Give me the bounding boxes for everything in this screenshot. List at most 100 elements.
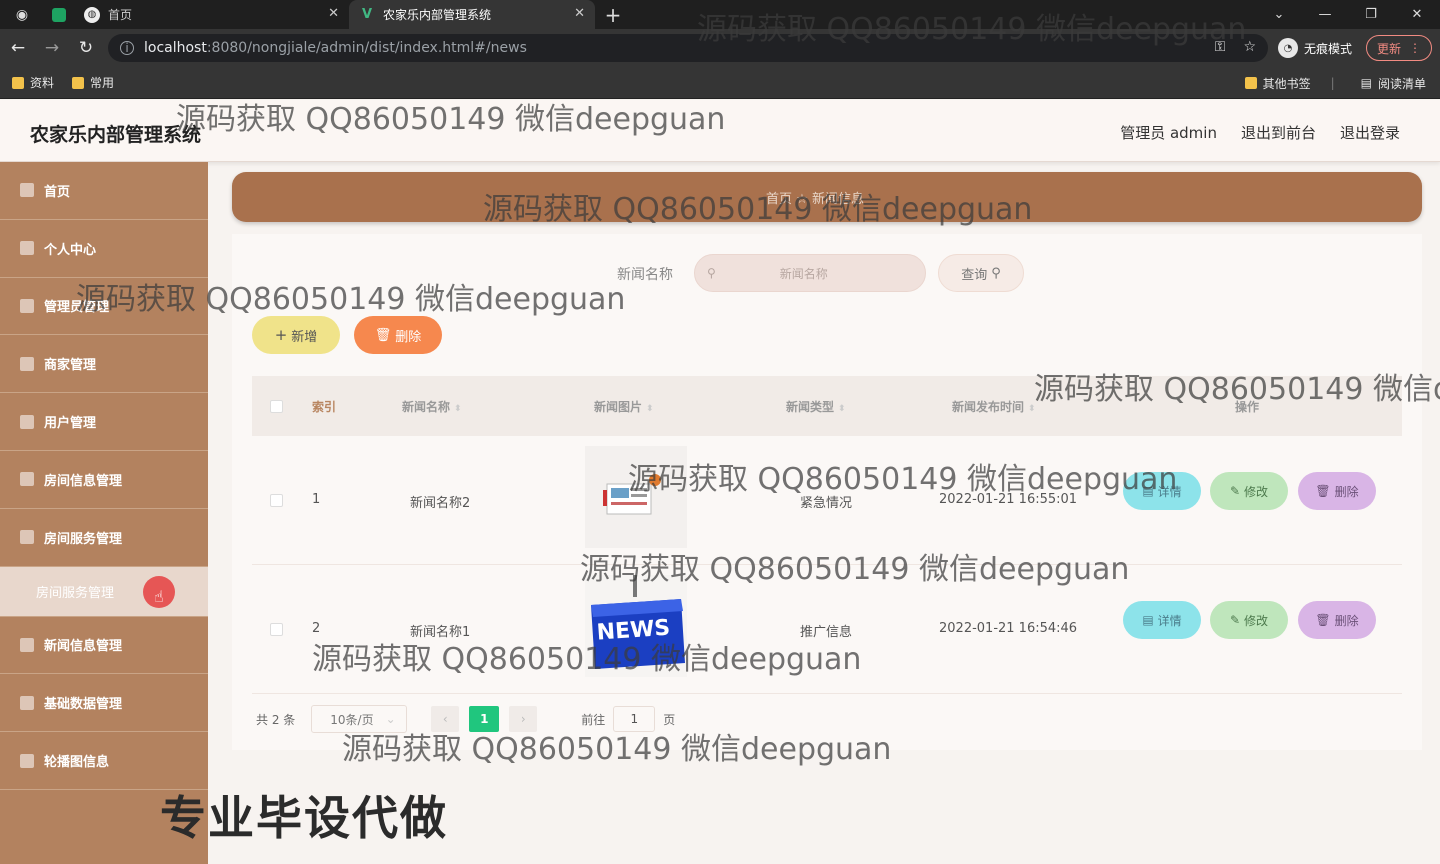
divider: |	[1330, 76, 1335, 90]
pagination: 共 2 条 10条/页 ⌄ ‹ 1 › 前往 1 页	[256, 704, 675, 734]
close-icon[interactable]: ✕	[574, 6, 585, 21]
forward-icon[interactable]: →	[36, 32, 68, 64]
tab-label: 农家乐内部管理系统	[383, 8, 492, 22]
header-name-label: 新闻名称	[402, 400, 451, 414]
header-time[interactable]: 新闻发布时间 ⬍	[952, 398, 1036, 415]
batch-delete-button[interactable]: 🗑 删除	[354, 316, 442, 354]
minimize-icon[interactable]: —	[1302, 0, 1348, 29]
prev-page-button[interactable]: ‹	[431, 706, 460, 732]
trash-icon: 🗑	[1315, 484, 1331, 498]
close-icon[interactable]: ✕	[328, 6, 339, 21]
add-button[interactable]: + 新增	[252, 316, 340, 354]
goto-page: 前往 1 页	[581, 706, 675, 732]
sidebar-item-label: 轮播图信息	[44, 755, 110, 771]
bookmark-folder[interactable]: 资料	[12, 74, 54, 91]
bookmark-label: 资料	[30, 76, 55, 90]
plus-icon: +	[274, 326, 288, 344]
sidebar-item-merchants[interactable]: 商家管理	[0, 335, 208, 394]
tab-search-icon[interactable]: ◉	[0, 0, 44, 29]
sidebar-item-label: 用户管理	[44, 416, 97, 432]
user-icon	[20, 414, 34, 429]
new-tab-button[interactable]: +	[595, 0, 631, 29]
header-name[interactable]: 新闻名称 ⬍	[402, 398, 462, 415]
page-unit-label: 页	[663, 712, 676, 727]
sidebar-item-users[interactable]: 用户管理	[0, 393, 208, 451]
page-number[interactable]: 1	[469, 706, 500, 732]
query-label: 查询	[961, 267, 988, 283]
sidebar-item-label: 房间服务管理	[36, 585, 115, 601]
search-label: 新闻名称	[617, 267, 673, 283]
page-size-select[interactable]: 10条/页 ⌄	[311, 705, 408, 733]
sidebar-item-home[interactable]: 首页	[0, 162, 208, 220]
header-index: 索引	[312, 400, 337, 414]
detail-button[interactable]: ▤ 详情	[1123, 601, 1201, 639]
breadcrumb-current: 新闻信息	[811, 192, 864, 207]
search-icon: ⚲	[707, 266, 716, 280]
row-checkbox[interactable]	[270, 623, 283, 636]
newspaper-illustration-icon	[603, 474, 661, 515]
other-bookmarks[interactable]: 其他书签	[1244, 75, 1311, 92]
sidebar-item-admins[interactable]: 管理员管理	[0, 278, 208, 336]
update-button[interactable]: 更新 ⋮	[1366, 35, 1433, 61]
browser-tab-active[interactable]: V 农家乐内部管理系统 ✕	[349, 0, 595, 29]
bookmark-folder[interactable]: 常用	[72, 74, 114, 91]
sidebar-item-label: 个人中心	[44, 242, 97, 258]
edit-button[interactable]: ✎ 修改	[1210, 601, 1288, 639]
more-vert-icon: ⋮	[1409, 41, 1422, 55]
header-image[interactable]: 新闻图片 ⬍	[594, 398, 654, 415]
sidebar-item-room-services[interactable]: 房间服务管理	[0, 509, 208, 567]
detail-button[interactable]: ▤ 详情	[1123, 472, 1201, 510]
edit-button[interactable]: ✎ 修改	[1210, 472, 1288, 510]
select-all-checkbox[interactable]	[270, 400, 283, 413]
close-window-icon[interactable]: ✕	[1394, 0, 1440, 29]
reading-list[interactable]: ▤ 阅读清单	[1361, 75, 1426, 92]
tab-pinned-icon[interactable]	[44, 0, 74, 29]
reload-icon[interactable]: ↻	[70, 32, 102, 64]
sidebar-item-basic-data[interactable]: 基础数据管理	[0, 674, 208, 733]
sidebar-item-label: 房间信息管理	[44, 473, 123, 489]
logout-link[interactable]: 退出登录	[1340, 122, 1400, 143]
key-icon[interactable]: ⚿	[1215, 39, 1226, 55]
user-icon	[20, 298, 34, 313]
sidebar-item-label: 首页	[44, 184, 71, 200]
service-icon	[20, 530, 34, 545]
news-image-thumbnail[interactable]	[585, 446, 687, 548]
goto-page-input[interactable]: 1	[613, 706, 656, 732]
query-button[interactable]: 查询 ⚲	[938, 254, 1024, 292]
row-type: 推广信息	[800, 625, 853, 640]
sidebar-item-rooms[interactable]: 房间信息管理	[0, 451, 208, 509]
delete-label: 删除	[1334, 484, 1359, 499]
header-time-label: 新闻发布时间	[952, 400, 1025, 414]
back-to-front-link[interactable]: 退出到前台	[1241, 122, 1316, 143]
row-checkbox[interactable]	[270, 494, 283, 507]
row-type: 紧急情况	[800, 496, 853, 511]
news-image-thumbnail[interactable]: NEWS	[585, 575, 687, 677]
next-page-button[interactable]: ›	[509, 706, 538, 732]
other-bookmarks-label: 其他书签	[1262, 76, 1311, 91]
incognito-indicator[interactable]: ◔ 无痕模式	[1278, 38, 1352, 58]
sidebar-item-profile[interactable]: 个人中心	[0, 220, 208, 278]
edit-label: 修改	[1244, 613, 1269, 628]
header-image-label: 新闻图片	[594, 400, 643, 414]
breadcrumb-home[interactable]: 首页	[766, 192, 792, 207]
chevron-left-icon: ‹	[442, 712, 448, 726]
delete-button[interactable]: 🗑 删除	[1298, 472, 1376, 510]
search-input[interactable]: ⚲ 新闻名称	[694, 254, 926, 292]
delete-button[interactable]: 🗑 删除	[1298, 601, 1376, 639]
breadcrumb: 首页 ☆ 新闻信息	[766, 188, 864, 207]
sidebar-subitem-room-services[interactable]: 房间服务管理 ☝	[0, 566, 208, 617]
back-icon[interactable]: ←	[2, 32, 34, 64]
list-icon	[20, 472, 34, 487]
info-icon[interactable]: i	[120, 41, 134, 55]
sidebar-item-news[interactable]: 新闻信息管理	[0, 617, 208, 675]
restore-icon[interactable]: ❐	[1348, 0, 1394, 29]
detail-label: 详情	[1157, 613, 1182, 628]
header-type[interactable]: 新闻类型 ⬍	[786, 398, 846, 415]
browser-tab-home[interactable]: ◍ 首页 ✕	[74, 0, 349, 29]
chevron-down-icon[interactable]: ⌄	[1256, 0, 1302, 29]
url-field[interactable]: i localhost :8080/nongjiale/admin/dist/i…	[108, 34, 1268, 62]
folder-icon	[72, 76, 85, 89]
sort-icon: ⬍	[1028, 404, 1036, 414]
breadcrumb-bar: 首页 ☆ 新闻信息	[232, 172, 1422, 222]
star-icon[interactable]: ☆	[1243, 39, 1256, 55]
